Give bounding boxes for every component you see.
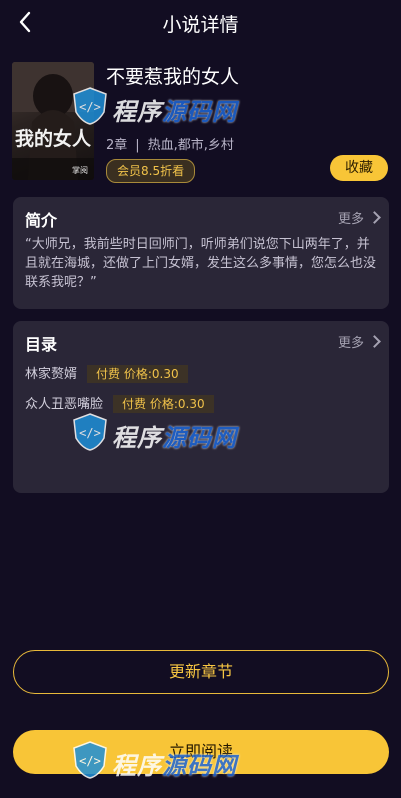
top-bar: 小说详情 xyxy=(0,0,401,46)
catalog-card: 目录 更多 林家赘婿 付费 价格:0.30 众人丑恶嘴脸 付费 价格:0.30 xyxy=(13,321,389,493)
watermark: </> 程序源码网 xyxy=(70,410,242,456)
svg-text:</>: </> xyxy=(79,754,101,768)
update-chapters-button[interactable]: 更新章节 xyxy=(13,650,389,694)
svg-text:</>: </> xyxy=(79,426,101,440)
more-label: 更多 xyxy=(337,336,364,351)
shield-icon: </> xyxy=(73,741,107,779)
svg-text:</>: </> xyxy=(79,100,101,114)
chevron-right-icon xyxy=(368,335,381,348)
watermark-text: 程序源码网 xyxy=(112,98,237,126)
intro-more-link[interactable]: 更多 xyxy=(337,208,381,227)
shield-icon: </> xyxy=(73,413,107,451)
member-discount-badge: 会员8.5折看 xyxy=(106,159,196,183)
chevron-right-icon xyxy=(368,211,381,224)
chapter-count: 2章 xyxy=(106,138,128,153)
chapter-name: 林家赘婿 xyxy=(25,367,78,382)
intro-heading: 简介 xyxy=(25,211,58,230)
more-label: 更多 xyxy=(337,212,364,227)
watermark-text: 程序源码网 xyxy=(112,752,237,780)
watermark: </> 程序源码网 xyxy=(70,738,242,784)
chapter-item[interactable]: 林家赘婿 付费 价格:0.30 xyxy=(25,365,188,383)
chapter-price-badge: 付费 价格:0.30 xyxy=(87,365,188,383)
shield-icon: </> xyxy=(73,87,107,125)
book-meta: 2章 | 热血,都市,乡村 xyxy=(106,134,234,153)
catalog-more-link[interactable]: 更多 xyxy=(337,332,381,351)
intro-card: 简介 更多 “大师兄，我前些时日回师门，听师弟们说您下山两年了，并且就在海城，还… xyxy=(13,197,389,309)
page-title: 小说详情 xyxy=(162,14,239,36)
catalog-heading: 目录 xyxy=(25,335,58,354)
book-genres: 热血,都市,乡村 xyxy=(147,138,234,153)
intro-header: 简介 更多 xyxy=(25,207,381,230)
watermark-text: 程序源码网 xyxy=(112,424,237,452)
divider: | xyxy=(135,138,140,153)
intro-text: “大师兄，我前些时日回师门，听师弟们说您下山两年了，并且就在海城，还做了上门女婿… xyxy=(25,237,377,290)
catalog-header: 目录 更多 xyxy=(25,331,381,354)
collect-button[interactable]: 收藏 xyxy=(330,155,388,181)
cover-publisher: 掌阅 xyxy=(72,166,88,175)
watermark: </> 程序源码网 xyxy=(70,84,242,130)
